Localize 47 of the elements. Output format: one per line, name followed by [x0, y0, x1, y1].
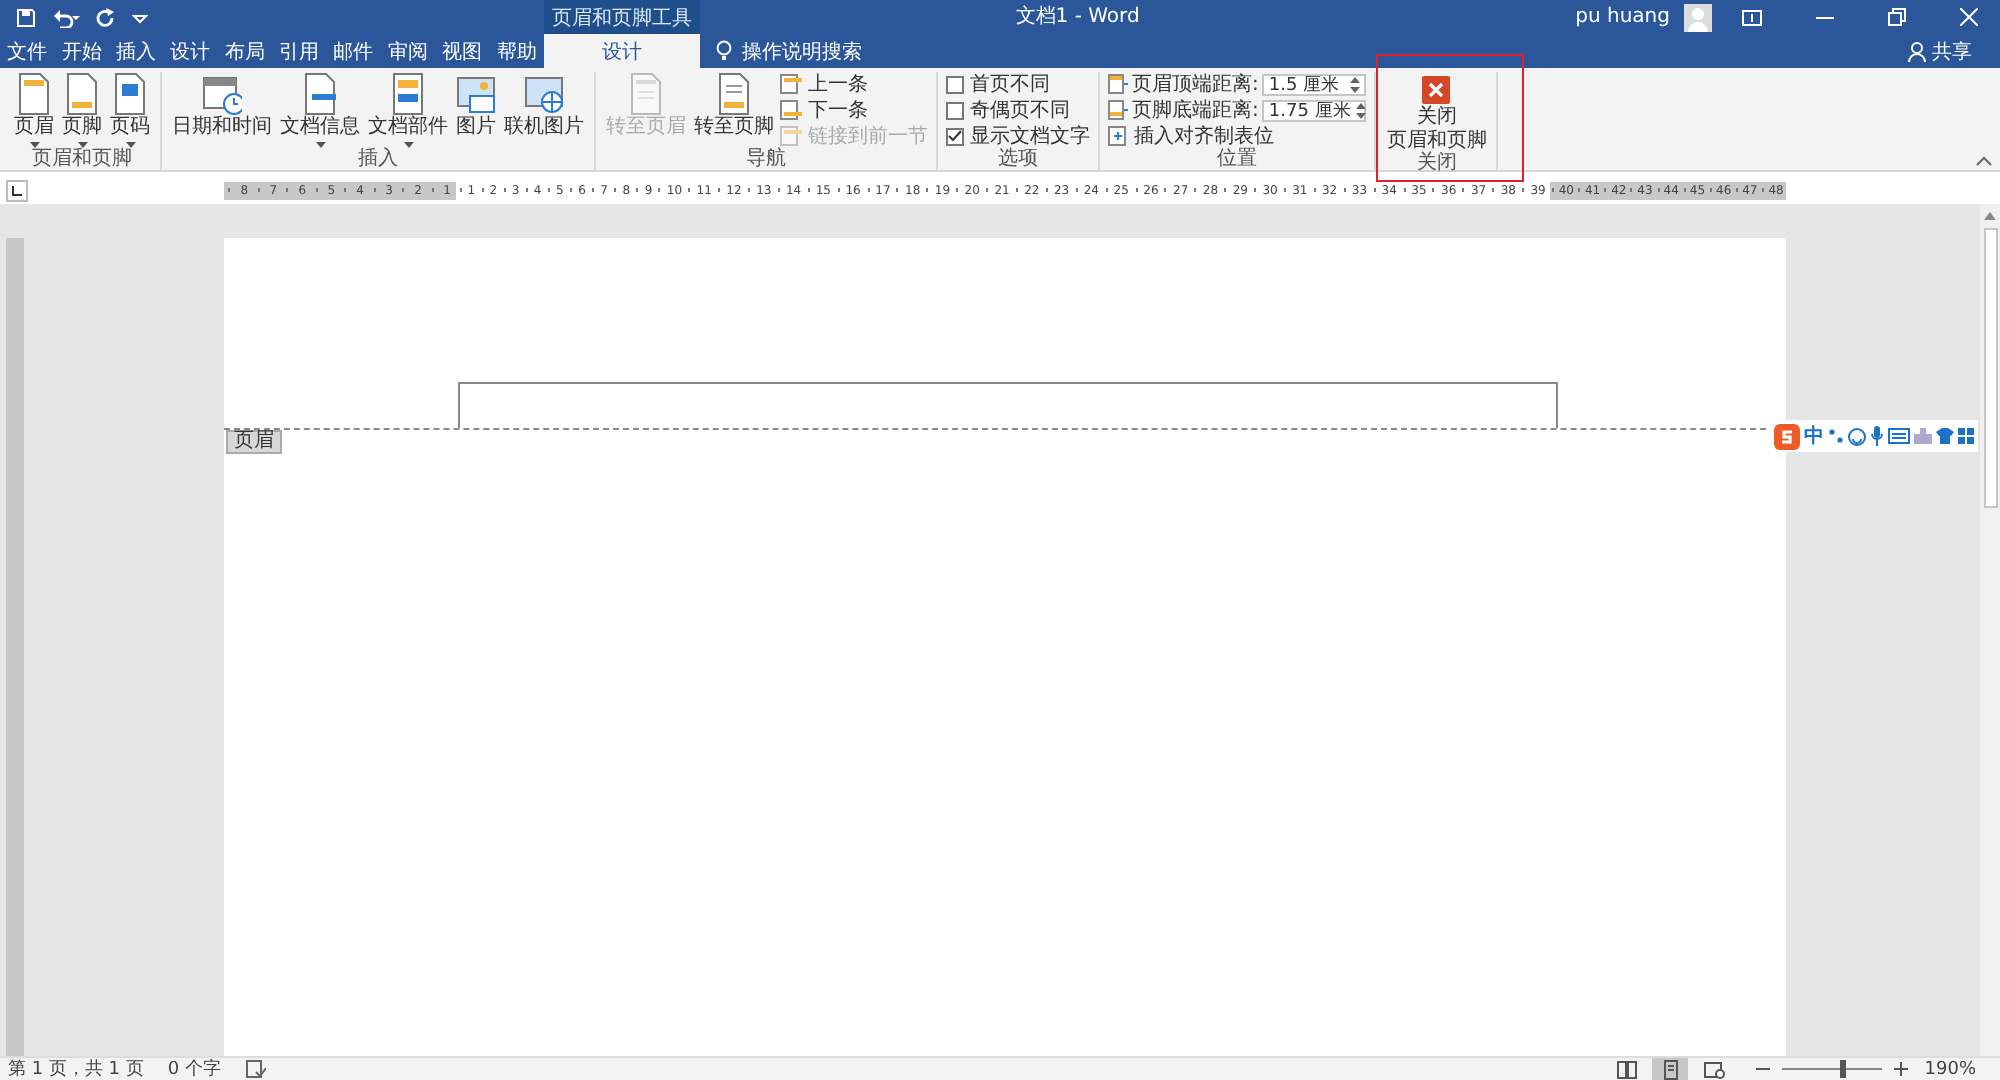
- ribbon-button[interactable]: 页码: [108, 72, 152, 148]
- group-label: 插入: [356, 148, 400, 170]
- window-title: 文档1 - Word: [1013, 3, 1142, 32]
- ribbon-tab[interactable]: 引用: [271, 34, 327, 68]
- ribbon-tab[interactable]: 视图: [435, 34, 490, 68]
- group-label: 导航: [744, 148, 788, 170]
- spin-field[interactable]: 1.75 厘米: [1262, 99, 1367, 121]
- group-label: 关闭: [1414, 152, 1459, 174]
- ribbon-tab[interactable]: 布局: [217, 34, 272, 68]
- ribbon-tab[interactable]: 文件: [0, 34, 55, 68]
- ribbon-button[interactable]: 转至页脚: [692, 72, 776, 138]
- ribbon-tab[interactable]: 设计: [543, 34, 700, 68]
- close-header-footer-button[interactable]: 关闭 页眉和页脚: [1384, 72, 1489, 152]
- group-label: 选项: [996, 148, 1040, 170]
- spin-field[interactable]: 1.5 厘米: [1262, 73, 1367, 95]
- ribbon-tab[interactable]: 插入: [108, 34, 164, 68]
- ribbon-button[interactable]: 上一条: [780, 72, 928, 96]
- ribbon-tab[interactable]: 帮助: [489, 34, 544, 68]
- field-label: 页脚底端距离:: [1132, 97, 1259, 124]
- tell-me-search[interactable]: 操作说明搜索: [715, 34, 862, 68]
- page-count[interactable]: 第 1 页，共 1 页: [8, 1056, 144, 1080]
- context-tab-label: 页眉和页脚工具: [544, 0, 700, 34]
- checkbox[interactable]: 显示文档文字: [946, 124, 1090, 148]
- group-label: 页眉和页脚: [30, 148, 134, 170]
- ribbon-button[interactable]: 插入对齐制表位: [1108, 124, 1367, 148]
- ribbon-button[interactable]: 文档信息: [278, 72, 362, 148]
- ribbon-button[interactable]: 页眉: [12, 72, 56, 148]
- user-name: pu huang: [1575, 6, 1670, 28]
- share-button[interactable]: 共享: [1908, 34, 1972, 68]
- ribbon-button[interactable]: 页脚: [60, 72, 104, 148]
- checkbox[interactable]: 奇偶页不同: [946, 98, 1090, 122]
- field-label: 页眉顶端距离:: [1132, 71, 1259, 98]
- header-tag: 页眉: [226, 430, 282, 454]
- group-label: 位置: [1215, 148, 1260, 170]
- word-count[interactable]: 0 个字: [167, 1056, 221, 1080]
- ribbon-tab[interactable]: 设计: [163, 34, 218, 68]
- ribbon-tab[interactable]: 审阅: [380, 34, 435, 68]
- ribbon-button[interactable]: 联机图片: [502, 72, 586, 138]
- ribbon-button[interactable]: 下一条: [780, 98, 928, 122]
- ribbon-button[interactable]: 文档部件: [366, 72, 450, 148]
- ribbon-button[interactable]: 图片: [454, 72, 498, 138]
- ribbon-tab[interactable]: 开始: [54, 34, 109, 68]
- input-mode-label[interactable]: 中: [1804, 422, 1824, 450]
- ribbon-button[interactable]: 日期和时间: [170, 72, 274, 138]
- checkbox[interactable]: 首页不同: [946, 72, 1090, 96]
- zoom-level[interactable]: 190%: [1924, 1059, 1976, 1079]
- ribbon-tab[interactable]: 邮件: [326, 34, 381, 68]
